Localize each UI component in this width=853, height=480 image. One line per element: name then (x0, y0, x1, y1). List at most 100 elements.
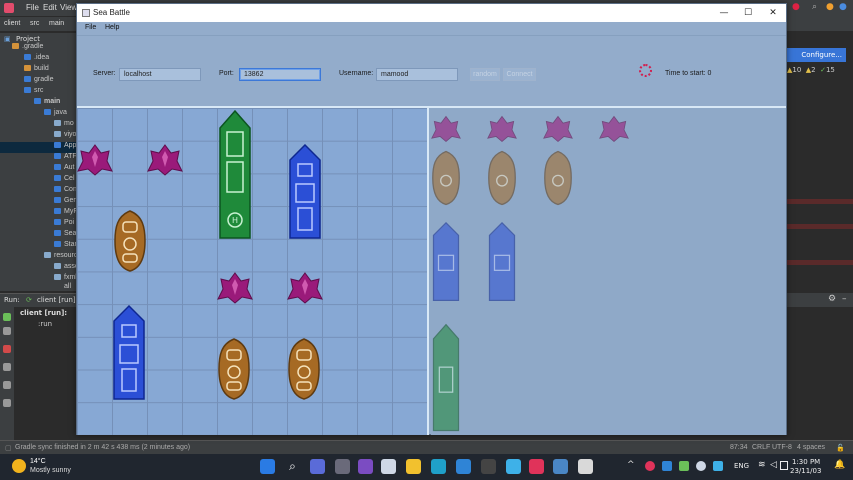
clock-time[interactable]: 1:30 PM (792, 458, 820, 466)
ship-size1[interactable] (217, 271, 253, 305)
tree-item[interactable]: Gen (54, 197, 77, 208)
tree-item[interactable]: Aut (54, 164, 75, 175)
ide-update-icon[interactable]: ● (826, 2, 834, 12)
tray-app-icon[interactable] (679, 461, 689, 471)
tree-item[interactable]: mo (54, 120, 74, 131)
configure-link[interactable]: Configure... (801, 51, 842, 59)
settings-gear-icon[interactable]: ⚙ (828, 294, 836, 304)
username-field[interactable]: mamood (376, 68, 458, 81)
ship-size1[interactable] (77, 143, 113, 177)
ide-record-icon[interactable]: ● (792, 2, 800, 12)
window-titlebar[interactable]: Sea Battle — ☐ ✕ (77, 4, 786, 22)
ship-size3[interactable] (111, 305, 147, 401)
pin-icon[interactable] (3, 399, 11, 407)
tree-item[interactable]: MyF (54, 208, 78, 219)
tree-item[interactable]: Poi (54, 219, 74, 230)
weather-description[interactable]: Mostly sunny (30, 467, 71, 474)
tree-item[interactable]: build (24, 65, 49, 76)
tree-item[interactable]: gradle (24, 76, 53, 87)
wrench-icon[interactable] (3, 327, 11, 335)
breadcrumb-main[interactable]: main (49, 20, 64, 27)
ide-menu-view[interactable]: View (60, 3, 77, 12)
menu-file[interactable]: File (85, 24, 96, 31)
breadcrumb-client[interactable]: client (4, 20, 20, 27)
status-position[interactable]: 87:34 (730, 444, 748, 451)
tree-item[interactable]: java (44, 109, 67, 120)
run-tree-task[interactable]: :run (38, 320, 52, 328)
lock-icon[interactable]: 🔓 (836, 444, 845, 452)
search-icon[interactable]: ⌕ (285, 459, 300, 474)
ide-settings-icon[interactable]: ● (839, 2, 847, 12)
tree-item[interactable]: viyo (54, 131, 76, 142)
port-field[interactable]: 13862 (239, 68, 321, 81)
stop-icon[interactable] (3, 345, 11, 353)
inspection-stats[interactable]: ▲10 ▲2 ✓15 (787, 66, 835, 74)
eye-icon[interactable] (3, 363, 11, 371)
ship-size2[interactable] (217, 338, 251, 400)
tree-item[interactable]: Sea (54, 230, 76, 241)
file-explorer-icon[interactable] (406, 459, 421, 474)
java-app-icon[interactable] (553, 459, 568, 474)
wifi-icon[interactable]: ≋ (758, 460, 766, 470)
ide-search-icon[interactable]: ⌕ (812, 2, 817, 12)
status-indent[interactable]: 4 spaces (797, 444, 825, 451)
start-menu-icon[interactable] (260, 459, 275, 474)
palette-ship-size1[interactable] (431, 114, 461, 144)
ship-size2[interactable] (287, 338, 321, 400)
app-icon[interactable] (506, 459, 521, 474)
copilot-icon[interactable] (310, 459, 325, 474)
connect-button[interactable]: Connect (503, 68, 536, 81)
onenote-icon[interactable] (358, 459, 373, 474)
palette-ship-size2[interactable] (487, 150, 517, 206)
tree-item[interactable]: ATF (54, 153, 77, 164)
volume-icon[interactable]: ◁ (770, 460, 777, 470)
server-field[interactable]: localhost (119, 68, 201, 81)
layout-icon[interactable] (3, 381, 11, 389)
palette-ship-size1[interactable] (487, 114, 517, 144)
tray-app-icon[interactable] (713, 461, 723, 471)
status-line-ending[interactable]: CRLF (752, 444, 770, 451)
ship-size1[interactable] (287, 271, 323, 305)
ide-menu-edit[interactable]: Edit (43, 3, 57, 12)
configure-banner[interactable]: Configure... (786, 48, 846, 62)
ship-size2[interactable] (113, 210, 147, 272)
palette-ship-size1[interactable] (599, 114, 629, 144)
tray-overflow-icon[interactable]: ^ (627, 460, 635, 470)
tree-item[interactable]: Con (54, 186, 77, 197)
tree-item[interactable]: .idea (24, 54, 49, 65)
onedrive-icon[interactable] (696, 461, 706, 471)
tree-item[interactable]: Star (54, 241, 77, 252)
intellij-icon[interactable] (529, 459, 544, 474)
battery-icon[interactable] (780, 461, 788, 470)
vscode-icon[interactable] (456, 459, 471, 474)
palette-ship-size4[interactable] (431, 322, 461, 434)
maximize-button[interactable]: ☐ (741, 6, 755, 20)
minimize-panel-icon[interactable]: – (842, 294, 847, 304)
player-board[interactable]: H (77, 108, 429, 435)
ship-size1[interactable] (147, 143, 183, 177)
terminal-icon[interactable] (481, 459, 496, 474)
tree-item[interactable]: .gradle (12, 43, 43, 54)
language-indicator[interactable]: ENG (734, 462, 749, 470)
notepad-icon[interactable] (381, 459, 396, 474)
ide-menu-file[interactable]: File (26, 3, 39, 12)
menu-help[interactable]: Help (105, 24, 119, 31)
status-encoding[interactable]: UTF-8 (772, 444, 792, 451)
random-button[interactable]: random (470, 68, 500, 81)
tray-app-icon[interactable] (645, 461, 655, 471)
palette-ship-size2[interactable] (543, 150, 573, 206)
tray-app-icon[interactable] (662, 461, 672, 471)
notification-bell-icon[interactable]: 🔔 (834, 460, 845, 470)
weather-temperature[interactable]: 14°C (30, 458, 46, 465)
close-button[interactable]: ✕ (766, 6, 780, 20)
edge-icon[interactable] (431, 459, 446, 474)
rerun-icon[interactable] (3, 313, 11, 321)
palette-ship-size3[interactable] (487, 220, 517, 304)
ship-size3[interactable] (287, 144, 323, 240)
project-label[interactable]: Project (16, 35, 40, 43)
palette-ship-size3[interactable] (431, 220, 461, 304)
breadcrumb-src[interactable]: src (30, 20, 39, 27)
palette-ship-size2[interactable] (431, 150, 461, 206)
tree-item[interactable]: main (34, 98, 60, 109)
run-tab[interactable]: client [run] (37, 296, 76, 304)
